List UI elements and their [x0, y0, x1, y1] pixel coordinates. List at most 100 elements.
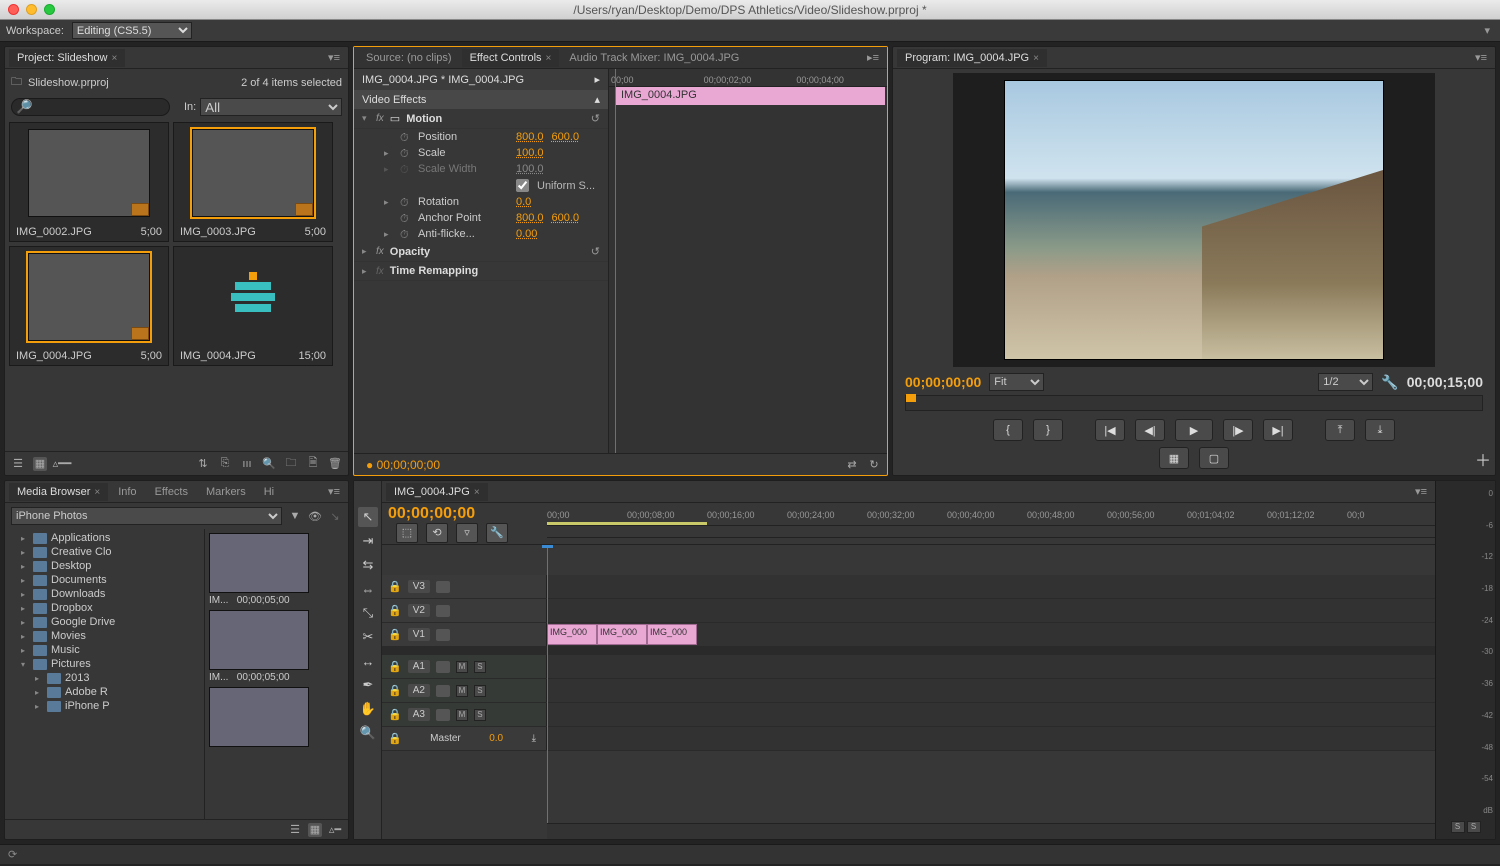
mark-in-button[interactable]: {: [993, 419, 1023, 441]
lock-icon[interactable]: 🔒: [388, 580, 402, 593]
timeline-zoom-bar[interactable]: [547, 823, 1435, 839]
loop-icon[interactable]: ↻: [867, 458, 881, 472]
fx-badge[interactable]: fx: [376, 113, 384, 124]
tree-node[interactable]: ▸Creative Clo: [7, 545, 202, 559]
workspace-menu-icon[interactable]: ▾: [1480, 24, 1494, 37]
pen-tool[interactable]: ✒: [358, 675, 378, 695]
project-tab[interactable]: Project: Slideshow×: [9, 49, 125, 67]
list-view-icon[interactable]: ☰: [288, 823, 302, 837]
anchor-y[interactable]: 600.0: [552, 212, 580, 224]
mb-tab[interactable]: Media Browser×: [9, 483, 108, 501]
track-label[interactable]: V1: [408, 628, 430, 641]
disclosure-icon[interactable]: ▸: [384, 148, 392, 159]
timeline-clip[interactable]: IMG_000: [547, 624, 597, 645]
workspace-select[interactable]: Editing (CS5.5): [72, 22, 192, 39]
disclosure-icon[interactable]: ▸: [362, 246, 370, 257]
timeline-clip[interactable]: IMG_000: [647, 624, 697, 645]
mb-tab[interactable]: Effects: [147, 483, 196, 501]
minimize-window-button[interactable]: [26, 4, 37, 15]
scale-value[interactable]: 100.0: [516, 147, 544, 159]
stopwatch-icon[interactable]: ⏱: [400, 132, 410, 142]
panel-menu-icon[interactable]: ▾≡: [324, 485, 344, 498]
lock-icon[interactable]: 🔒: [388, 732, 402, 745]
list-view-icon[interactable]: ☰: [11, 457, 25, 471]
anchor-x[interactable]: 800.0: [516, 212, 544, 224]
project-bin-item[interactable]: IMG_0004.JPG15;00: [173, 246, 333, 366]
close-window-button[interactable]: [8, 4, 19, 15]
chevron-right-icon[interactable]: ▸: [594, 73, 600, 86]
timeline-clip[interactable]: IMG_000: [597, 624, 647, 645]
ingest-icon[interactable]: ↘: [328, 509, 342, 523]
tree-node[interactable]: ▸Documents: [7, 573, 202, 587]
zoom-window-button[interactable]: [44, 4, 55, 15]
trash-icon[interactable]: 🗑: [328, 457, 342, 471]
thumb-view-icon[interactable]: ▦: [308, 823, 322, 837]
media-item[interactable]: IM... 00;00;05;00: [209, 610, 344, 683]
track-label[interactable]: A2: [408, 684, 430, 697]
reset-icon[interactable]: ↺: [591, 112, 600, 125]
uniform-scale-checkbox[interactable]: [516, 179, 529, 192]
rate-stretch-tool[interactable]: ⤡: [358, 603, 378, 623]
stopwatch-icon[interactable]: ⏱: [400, 229, 410, 239]
tree-node[interactable]: ▸Downloads: [7, 587, 202, 601]
slip-tool[interactable]: ↔: [358, 651, 378, 671]
master-volume[interactable]: 0.0: [489, 733, 503, 744]
lock-icon[interactable]: 🔒: [388, 660, 402, 673]
go-to-in-button[interactable]: |◀: [1095, 419, 1125, 441]
solo-button[interactable]: S: [474, 661, 486, 673]
resolution-select[interactable]: 1/2: [1318, 373, 1373, 391]
tree-node[interactable]: ▸Movies: [7, 629, 202, 643]
track-label[interactable]: V3: [408, 580, 430, 593]
rotation-value[interactable]: 0.0: [516, 196, 531, 208]
track-label[interactable]: V2: [408, 604, 430, 617]
audio-mixer-tab[interactable]: Audio Track Mixer: IMG_0004.JPG: [561, 49, 747, 67]
razor-tool[interactable]: ✂: [358, 627, 378, 647]
program-tab[interactable]: Program: IMG_0004.JPG×: [897, 49, 1047, 67]
position-y[interactable]: 600.0: [552, 131, 580, 143]
close-icon[interactable]: ×: [1033, 53, 1039, 64]
find-icon[interactable]: ııı: [240, 457, 254, 471]
marker-button[interactable]: ▿: [456, 523, 478, 543]
mb-tab[interactable]: Markers: [198, 483, 254, 501]
panel-menu-icon[interactable]: ▾≡: [1471, 51, 1491, 64]
tree-node[interactable]: ▸Google Drive: [7, 615, 202, 629]
lock-icon[interactable]: 🔒: [388, 684, 402, 697]
timeline-playhead[interactable]: [547, 545, 548, 823]
filter-icon[interactable]: ▼: [288, 509, 302, 523]
disclosure-icon[interactable]: ▸: [362, 266, 370, 277]
tree-node[interactable]: ▸iPhone P: [7, 699, 202, 713]
solo-button[interactable]: S: [474, 685, 486, 697]
program-scrubber[interactable]: [905, 395, 1483, 411]
search-icon[interactable]: 🔍: [262, 457, 276, 471]
zoom-fit-select[interactable]: Fit: [989, 373, 1044, 391]
mute-button[interactable]: M: [456, 661, 468, 673]
selection-tool[interactable]: ↖: [358, 507, 378, 527]
disclosure-icon[interactable]: ▸: [384, 229, 392, 240]
snap-button[interactable]: ⬚: [396, 523, 418, 543]
reset-icon[interactable]: ↺: [591, 245, 600, 258]
project-bin-item[interactable]: IMG_0003.JPG5;00: [173, 122, 333, 242]
mute-button[interactable]: M: [456, 709, 468, 721]
comparison-button[interactable]: ▢: [1199, 447, 1229, 469]
disclosure-icon[interactable]: ▸: [384, 197, 392, 208]
ec-playhead[interactable]: [615, 69, 616, 453]
sync-lock-icon[interactable]: [436, 661, 450, 673]
new-bin-icon[interactable]: 🗀: [284, 457, 298, 471]
toggle-icon[interactable]: ⇄: [845, 458, 859, 472]
timeline-timecode[interactable]: 00;00;00;00: [388, 505, 541, 523]
play-button[interactable]: ▶: [1175, 419, 1213, 441]
solo-left-button[interactable]: S: [1451, 821, 1465, 833]
sync-lock-icon[interactable]: [436, 581, 450, 593]
tree-node[interactable]: ▸Applications: [7, 531, 202, 545]
hand-tool[interactable]: ✋: [358, 699, 378, 719]
media-source-select[interactable]: iPhone Photos: [11, 507, 282, 525]
linked-selection-button[interactable]: ⟲: [426, 523, 448, 543]
disclosure-icon[interactable]: ▾: [362, 113, 370, 124]
mark-out-button[interactable]: }: [1033, 419, 1063, 441]
fx-badge[interactable]: fx: [376, 246, 384, 257]
in-select[interactable]: All: [200, 98, 342, 116]
mute-button[interactable]: M: [456, 685, 468, 697]
stopwatch-icon[interactable]: ⏱: [400, 213, 410, 223]
eye-icon[interactable]: 👁: [308, 509, 322, 523]
close-icon[interactable]: ×: [112, 53, 118, 64]
